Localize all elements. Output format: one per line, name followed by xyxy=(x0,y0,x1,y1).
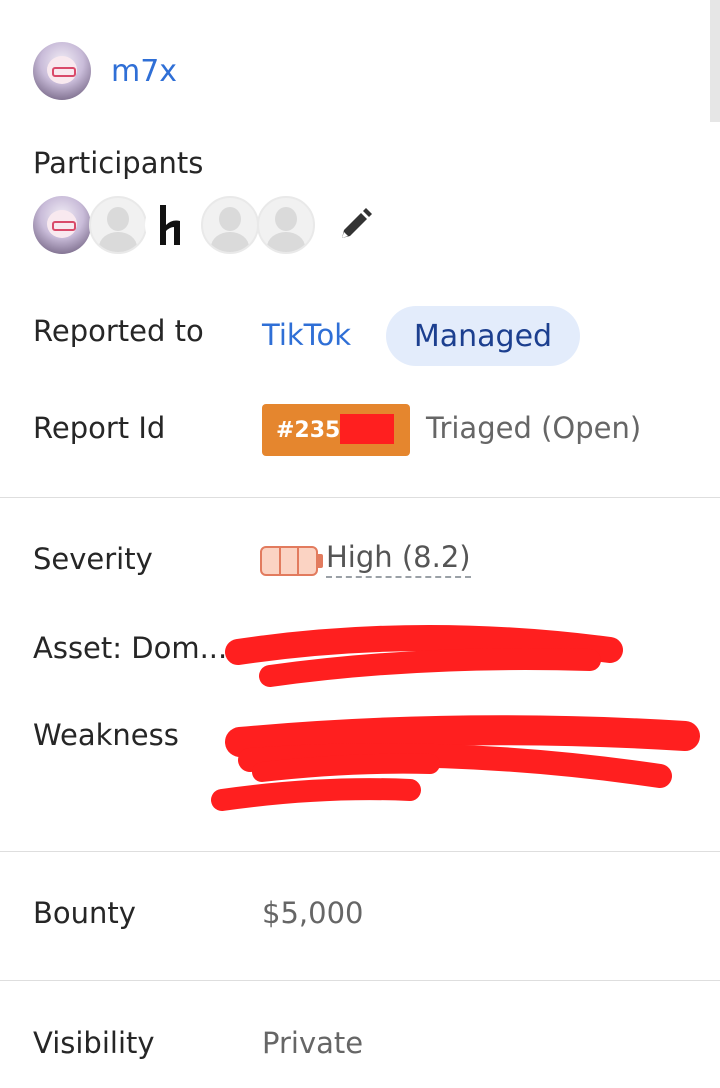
divider xyxy=(0,980,720,981)
redaction-stroke xyxy=(259,648,601,687)
redaction-stroke xyxy=(252,753,440,782)
bounty-value: $5,000 xyxy=(262,896,364,930)
redaction-stroke xyxy=(225,715,700,757)
visibility-label: Visibility xyxy=(33,1026,155,1060)
divider xyxy=(0,851,720,852)
redaction-stroke xyxy=(211,778,421,811)
report-sidebar: m7x Participants Reported to TikTok Mana… xyxy=(0,0,720,1088)
visibility-value: Private xyxy=(262,1026,364,1060)
bounty-label: Bounty xyxy=(33,896,136,930)
